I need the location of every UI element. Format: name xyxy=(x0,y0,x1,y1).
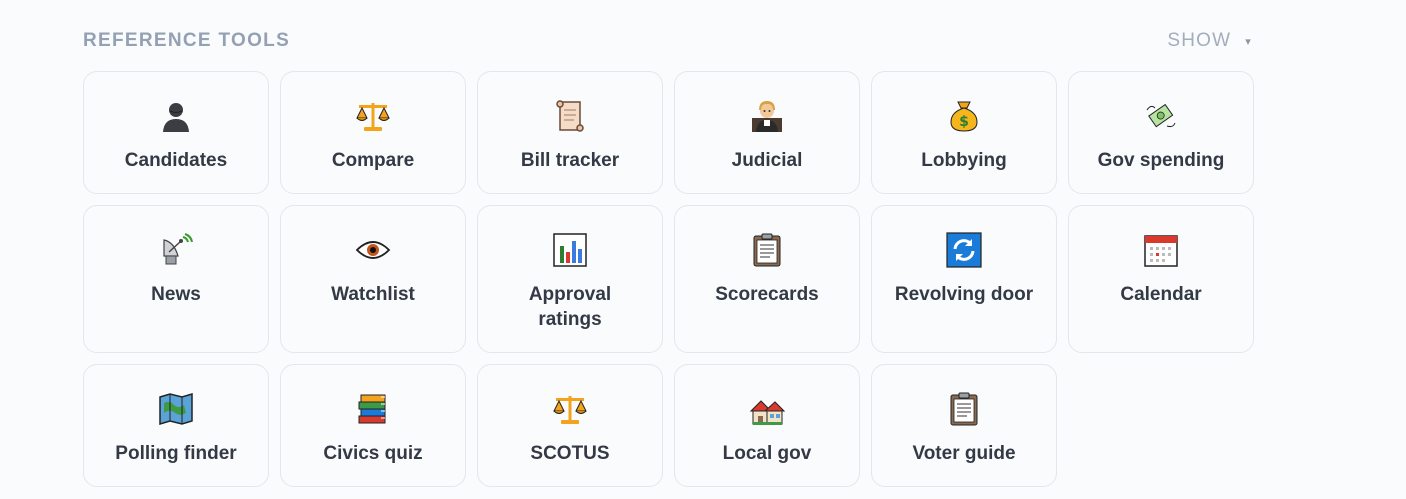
tool-label: Judicial xyxy=(731,150,803,171)
svg-text:$: $ xyxy=(959,114,969,130)
tool-label: Approval ratings xyxy=(528,284,612,330)
tool-card-bill-tracker[interactable]: Bill tracker xyxy=(477,71,663,194)
refresh-arrows-icon xyxy=(944,230,984,270)
map-icon xyxy=(156,389,196,429)
tool-card-local-gov[interactable]: Local gov xyxy=(674,364,860,487)
tool-card-calendar[interactable]: Calendar xyxy=(1068,205,1254,353)
tool-card-candidates[interactable]: Candidates xyxy=(83,71,269,194)
tool-label: Scorecards xyxy=(715,284,819,305)
show-toggle-button[interactable]: SHOW ▾ xyxy=(1167,30,1252,52)
tool-card-voter-guide[interactable]: Voter guide xyxy=(871,364,1057,487)
tool-label: Compare xyxy=(331,150,415,171)
tool-label: Gov spending xyxy=(1097,150,1225,171)
tool-label: Watchlist xyxy=(331,284,415,305)
clipboard-icon xyxy=(747,230,787,270)
bar-chart-icon xyxy=(550,230,590,270)
tool-label: Polling finder xyxy=(115,443,237,464)
tool-card-compare[interactable]: Compare xyxy=(280,71,466,194)
tool-card-watchlist[interactable]: Watchlist xyxy=(280,205,466,353)
person-silhouette-icon xyxy=(156,96,196,136)
tool-label: Bill tracker xyxy=(520,150,620,171)
satellite-antenna-icon xyxy=(156,230,196,270)
reference-tools-section: REFERENCE TOOLS SHOW ▾ Candidates Compar… xyxy=(83,0,1256,487)
tool-label: Calendar xyxy=(1120,284,1202,305)
show-toggle-label: SHOW xyxy=(1167,30,1232,51)
calendar-icon xyxy=(1141,230,1181,270)
tool-card-scorecards[interactable]: Scorecards xyxy=(674,205,860,353)
tool-label: Civics quiz xyxy=(323,443,423,464)
tool-label: Candidates xyxy=(124,150,228,171)
balance-scale-icon xyxy=(550,389,590,429)
tool-card-approval-ratings[interactable]: Approval ratings xyxy=(477,205,663,353)
tool-card-polling-finder[interactable]: Polling finder xyxy=(83,364,269,487)
tool-label: Local gov xyxy=(722,443,812,464)
tool-card-judicial[interactable]: Judicial xyxy=(674,71,860,194)
scroll-icon xyxy=(550,96,590,136)
tool-card-gov-spending[interactable]: Gov spending xyxy=(1068,71,1254,194)
eye-icon xyxy=(353,230,393,270)
tool-card-revolving-door[interactable]: Revolving door xyxy=(871,205,1057,353)
tool-card-scotus[interactable]: SCOTUS xyxy=(477,364,663,487)
tool-label: Revolving door xyxy=(894,284,1034,305)
books-icon xyxy=(353,389,393,429)
judge-icon xyxy=(747,96,787,136)
houses-icon xyxy=(747,389,787,429)
section-header: REFERENCE TOOLS SHOW ▾ xyxy=(83,0,1256,71)
money-bag-icon: $ xyxy=(944,96,984,136)
tool-card-civics-quiz[interactable]: Civics quiz xyxy=(280,364,466,487)
tools-grid: Candidates Compare Bill tracker Judicial… xyxy=(83,71,1256,487)
money-with-wings-icon xyxy=(1141,96,1181,136)
balance-scale-icon xyxy=(353,96,393,136)
tool-label: Voter guide xyxy=(912,443,1016,464)
tool-card-lobbying[interactable]: $ Lobbying xyxy=(871,71,1057,194)
tool-label: SCOTUS xyxy=(530,443,610,464)
tool-label: Lobbying xyxy=(921,150,1007,171)
section-title: REFERENCE TOOLS xyxy=(83,30,291,51)
caret-down-icon: ▾ xyxy=(1245,35,1252,48)
tool-label: News xyxy=(151,284,201,305)
tool-card-news[interactable]: News xyxy=(83,205,269,353)
clipboard-icon xyxy=(944,389,984,429)
